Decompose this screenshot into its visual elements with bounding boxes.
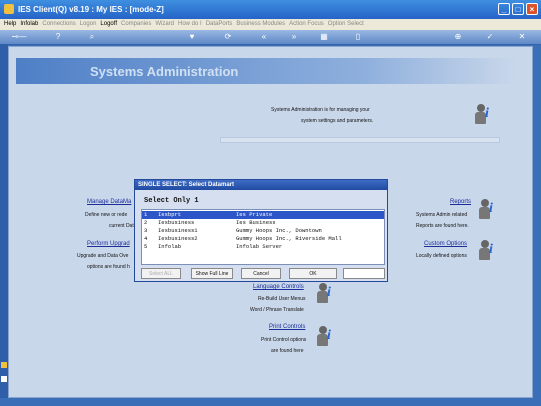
close-icon[interactable]: ×: [526, 3, 538, 15]
refresh-icon[interactable]: ⟳: [222, 32, 234, 42]
toolbar: ⊸— ? ⌕ ♥ ⟳ « » ▦ ▯ ⊕ ✓ ✕: [0, 30, 541, 45]
doc-icon[interactable]: [1, 376, 7, 382]
list-item-name: Ies Business: [236, 219, 276, 226]
list-item-num: 2: [144, 219, 148, 226]
page-icon[interactable]: ▯: [352, 32, 364, 42]
page-banner: Systems Administration: [16, 58, 516, 84]
perform-upgrade-desc-1: Upgrade and Data Ove: [77, 253, 129, 259]
window-title: IES Client(Q) v8.19 : My IES : [mode-Z]: [18, 5, 164, 14]
status-strip: [0, 398, 541, 406]
list-item-num: 4: [144, 235, 148, 242]
print-controls-desc-1: Print Control options: [261, 337, 307, 343]
add-icon[interactable]: ⊕: [452, 32, 464, 42]
side-strip: [0, 44, 8, 406]
cancel-icon[interactable]: ✕: [516, 32, 528, 42]
heart-icon[interactable]: ♥: [186, 32, 198, 42]
filter-input[interactable]: [343, 268, 385, 279]
minimize-icon[interactable]: _: [498, 3, 510, 15]
cancel-button[interactable]: Cancel: [241, 268, 281, 279]
help-icon[interactable]: ?: [52, 32, 64, 42]
ok-button[interactable]: OK: [289, 268, 337, 279]
reports-link[interactable]: Reports: [450, 199, 471, 205]
list-item[interactable]: 3 Iesbusiness1 Gummy Hoops Inc., Downtown: [142, 227, 384, 235]
select-datamart-dialog: SINGLE SELECT: Select Datamart Select On…: [134, 179, 388, 282]
list-item-code: Iesbusiness: [158, 219, 195, 226]
reports-icon: i: [477, 199, 497, 221]
forward-icon[interactable]: »: [288, 32, 300, 42]
list-item[interactable]: 4 Iesbusiness2 Gummy Hoops Inc., Riverside…: [142, 235, 384, 243]
rewind-icon[interactable]: «: [258, 32, 270, 42]
language-controls-desc-1: Re-Build User Menus: [258, 296, 306, 302]
menu-item[interactable]: Action Focus: [289, 21, 324, 27]
custom-options-link[interactable]: Custom Options: [424, 241, 467, 247]
perform-upgrade-link[interactable]: Perform Upgrad: [87, 241, 130, 247]
language-controls-desc-2: Word / Phrase Translate: [250, 307, 304, 313]
custom-options-icon: i: [477, 240, 497, 262]
app-icon: [4, 4, 14, 14]
intro-line-1: Systems Administration is for managing y…: [271, 107, 370, 113]
dialog-title: SINGLE SELECT: Select Datamart: [135, 180, 387, 190]
list-item[interactable]: 5 Infolab Infolab Server: [142, 243, 384, 251]
check-icon[interactable]: ✓: [484, 32, 496, 42]
list-item-num: 5: [144, 243, 148, 250]
page-title: Systems Administration: [90, 64, 239, 79]
reports-desc-1: Systems Admin related: [416, 212, 468, 218]
info-person-icon: i: [473, 104, 493, 126]
menu-item[interactable]: Business Modules: [236, 21, 285, 27]
print-controls-desc-2: are found here: [271, 348, 304, 354]
select-all-button[interactable]: Select ALL: [141, 268, 181, 279]
grid-icon[interactable]: ▦: [318, 32, 330, 42]
show-full-line-button[interactable]: Show Full Line: [191, 268, 233, 279]
list-item-code: Iesbusiness1: [158, 227, 198, 234]
list-item-name: Ies Private: [236, 211, 273, 218]
menu-item[interactable]: Help: [4, 21, 16, 27]
manage-datamart-desc-1: Define new or rede: [85, 212, 128, 218]
list-item[interactable]: 2 Iesbusiness Ies Business: [142, 219, 384, 227]
list-item-num: 1: [144, 211, 148, 218]
menu-item[interactable]: Companies: [121, 21, 151, 27]
menu-bar: Help Infolab Connections Logon Logoff Compani…: [0, 19, 541, 30]
menu-item[interactable]: Wizard: [155, 21, 174, 27]
intro-line-2: system settings and parameters.: [301, 118, 374, 124]
list-item-code: Iesbprt: [158, 211, 182, 218]
reports-desc-2: Reports are found here.: [416, 223, 469, 229]
dialog-heading: Select Only 1: [144, 197, 199, 205]
print-controls-link[interactable]: Print Controls: [269, 324, 305, 330]
perform-upgrade-desc-2: options are found h: [87, 264, 130, 270]
list-item-name: Infolab Server: [236, 243, 283, 250]
language-controls-icon: i: [315, 283, 335, 305]
list-item-code: Infolab: [158, 243, 182, 250]
menu-item[interactable]: DataPorts: [206, 21, 233, 27]
menu-item[interactable]: Infolab: [20, 21, 38, 27]
print-controls-icon: i: [315, 326, 335, 348]
list-item[interactable]: 1 Iesbprt Ies Private: [142, 211, 384, 219]
menu-item[interactable]: Connections: [42, 21, 75, 27]
list-item-num: 3: [144, 227, 148, 234]
manage-datamart-link[interactable]: Manage DataMa: [87, 199, 131, 205]
search-icon[interactable]: ⌕: [86, 32, 98, 42]
datamart-list[interactable]: 1 Iesbprt Ies Private 2 Iesbusiness Ies Busin…: [141, 209, 385, 265]
favorite-icon[interactable]: [1, 362, 7, 368]
list-item-name: Gummy Hoops Inc., Riverside Mall: [236, 235, 342, 242]
window-titlebar: IES Client(Q) v8.19 : My IES : [mode-Z] …: [0, 0, 541, 19]
menu-item[interactable]: Logon: [80, 21, 97, 27]
maximize-icon[interactable]: □: [512, 3, 524, 15]
menu-item[interactable]: Option Select: [328, 21, 364, 27]
back-arrow-icon[interactable]: ⊸—: [8, 32, 30, 42]
custom-options-desc-1: Locally defined options: [416, 253, 467, 259]
separator-bar: [220, 137, 500, 143]
list-item-code: Iesbusiness2: [158, 235, 198, 242]
list-item-name: Gummy Hoops Inc., Downtown: [236, 227, 322, 234]
language-controls-link[interactable]: Language Controls: [253, 284, 304, 290]
menu-item[interactable]: How do I: [178, 21, 202, 27]
menu-item[interactable]: Logoff: [100, 21, 117, 27]
